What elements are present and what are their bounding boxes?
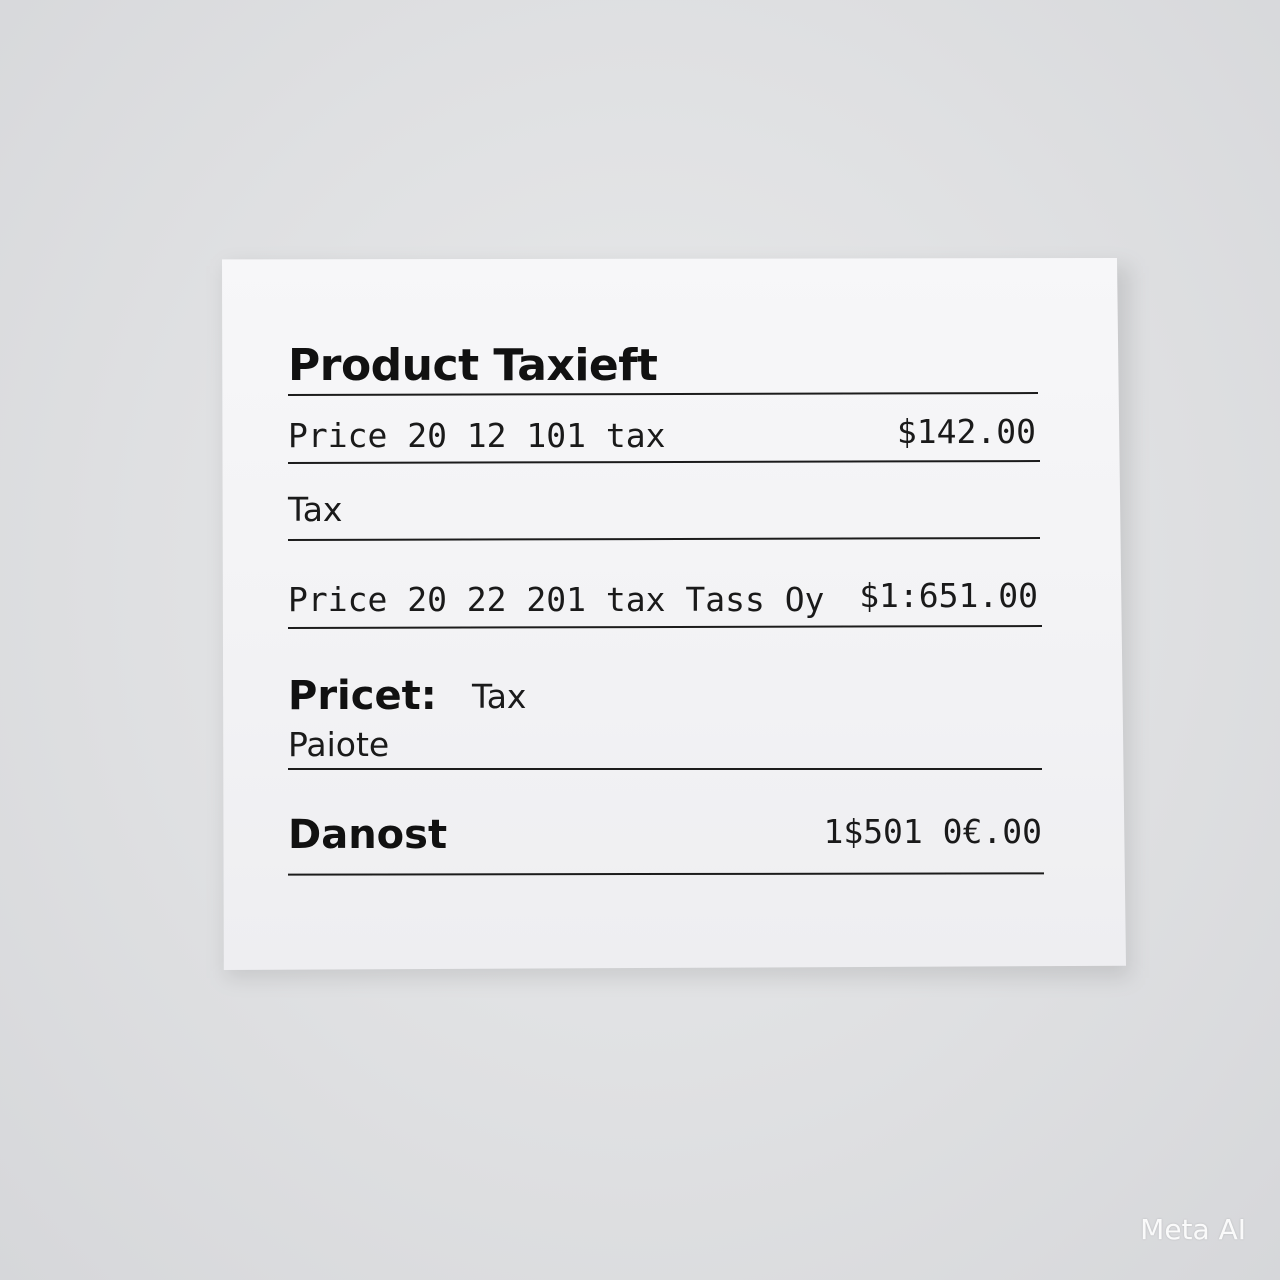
row1-amount: $142.00 (896, 412, 1036, 451)
total-label: Danost (288, 812, 448, 858)
row2-label: Tax (288, 490, 343, 529)
row4-sub: Paiote (288, 725, 390, 764)
total-amount: 1$501 0€.00 (823, 812, 1042, 851)
watermark-logo: Meta AI (1140, 1213, 1246, 1246)
receipt-title: Product Taxieft (288, 340, 658, 391)
row3-amount: $1:651.00 (859, 576, 1038, 615)
row4-label: Pricet: (288, 673, 437, 719)
row3-label: Price 20 22 201 tax Tass Oy (288, 580, 825, 619)
row1-label: Price 20 12 101 tax (288, 416, 666, 455)
row4-divider (288, 768, 1042, 770)
row4-extra: Tax (472, 677, 527, 716)
